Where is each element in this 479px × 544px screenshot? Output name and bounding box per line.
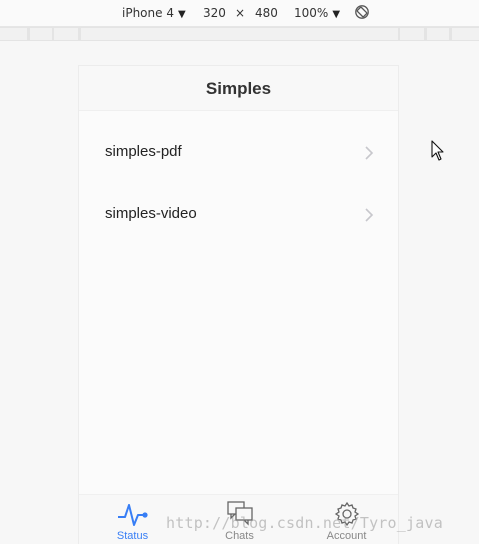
chevron-right-icon — [365, 208, 374, 222]
phone-viewport: Simples simples-pdf simples-video Status — [78, 65, 399, 544]
width-input[interactable]: 320 — [203, 6, 226, 20]
dimension-separator: × — [235, 6, 246, 20]
header-bar: Simples — [79, 66, 398, 111]
simples-list: simples-pdf simples-video — [79, 121, 398, 245]
page-title: Simples — [205, 79, 272, 98]
caret-down-icon: ▼ — [177, 9, 186, 20]
rotate-icon[interactable] — [354, 4, 370, 20]
pulse-icon — [117, 504, 148, 526]
caret-down-icon: ▼ — [332, 9, 341, 20]
device-select[interactable]: iPhone 4 ▼ — [122, 6, 186, 20]
watermark: http://blog.csdn.net/Tyro_java — [166, 514, 443, 532]
device-toolbar: iPhone 4 ▼ 320 × 480 100% ▼ — [0, 0, 479, 27]
media-query-ruler — [0, 27, 479, 41]
mouse-cursor-icon — [431, 140, 444, 161]
zoom-value: 100% — [294, 6, 329, 20]
height-input[interactable]: 480 — [255, 6, 278, 20]
list-item-simples-video[interactable]: simples-video — [79, 183, 398, 245]
zoom-select[interactable]: 100% ▼ — [294, 6, 340, 20]
chevron-right-icon — [365, 146, 374, 160]
list-item-simples-pdf[interactable]: simples-pdf — [79, 121, 398, 183]
list-item-label: simples-pdf — [105, 143, 182, 160]
list-item-label: simples-video — [105, 205, 197, 222]
device-name: iPhone 4 — [122, 6, 174, 20]
